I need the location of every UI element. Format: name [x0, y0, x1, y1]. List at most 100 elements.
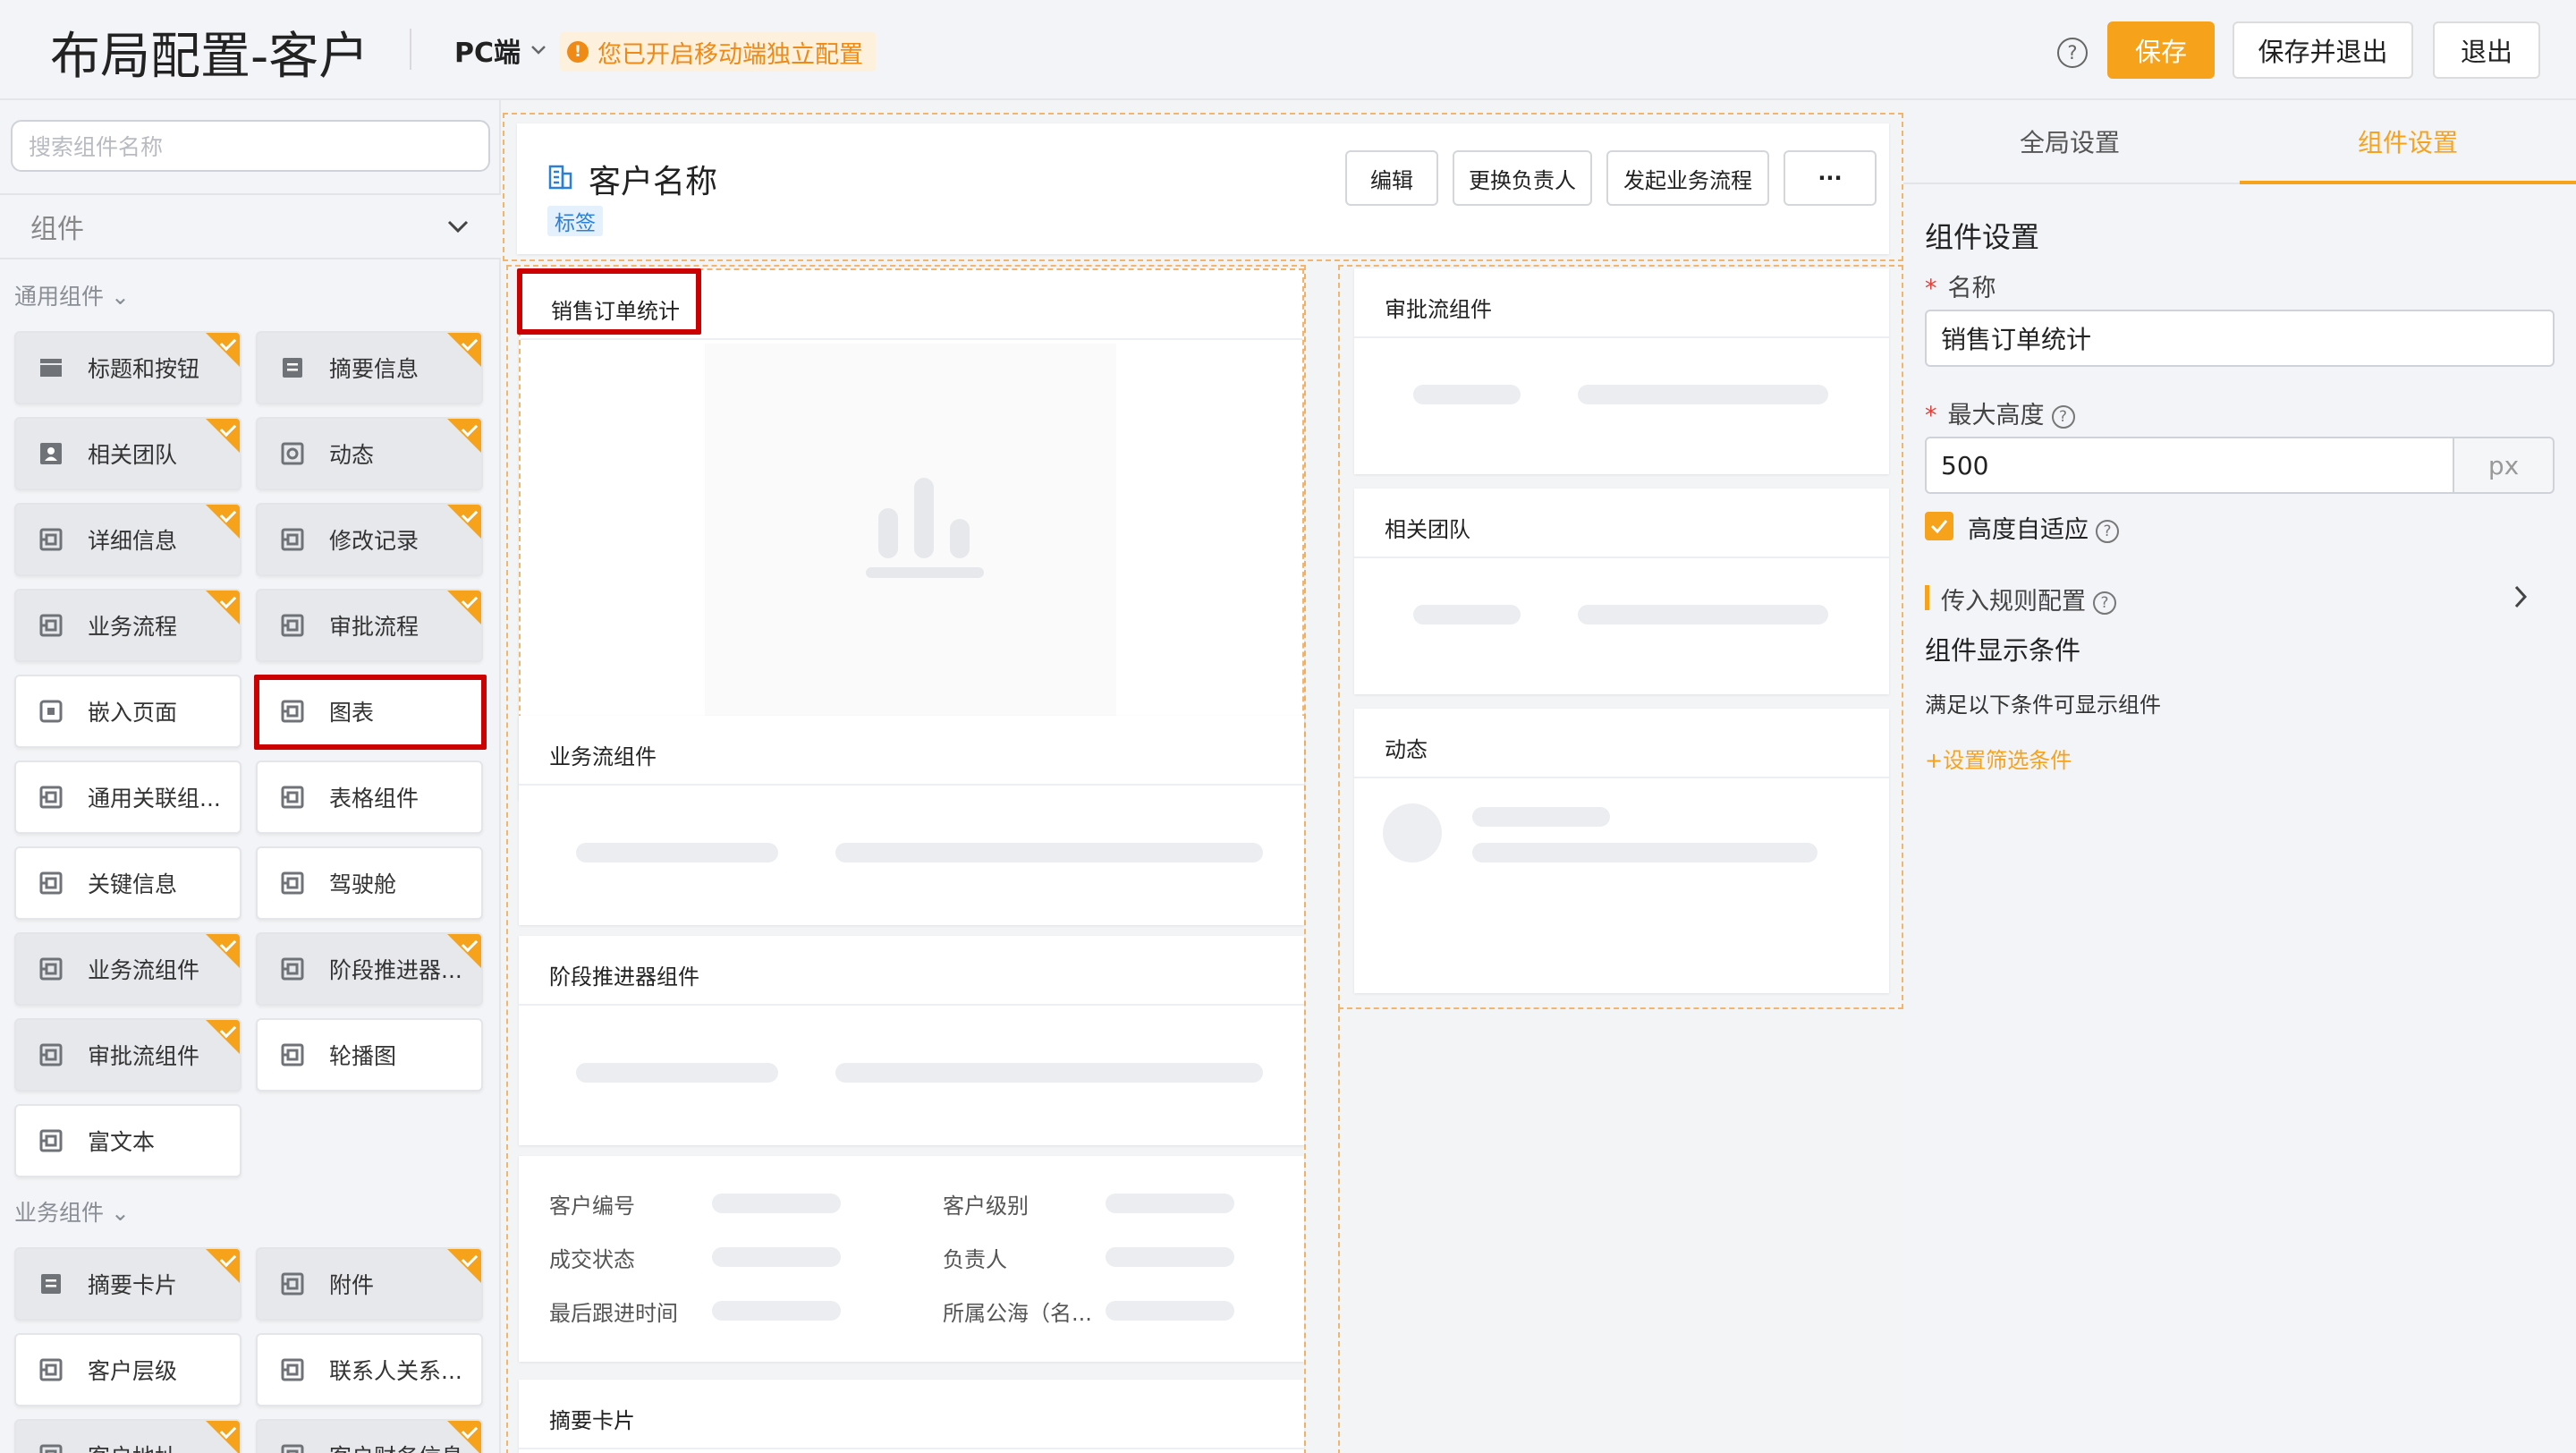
component-item-label: 业务流组件 — [88, 957, 200, 983]
added-check-badge — [206, 1421, 240, 1453]
embed-icon — [38, 698, 64, 725]
component-item-label: 审批流程 — [329, 614, 419, 640]
added-check-badge — [206, 333, 240, 367]
component-item[interactable]: 通用关联组... — [14, 760, 242, 834]
component-item[interactable]: 联系人关系... — [256, 1333, 483, 1406]
question-circle-icon[interactable]: ? — [2057, 38, 2088, 68]
device-label: PC端 — [454, 38, 521, 69]
component-item[interactable]: 富文本 — [14, 1104, 242, 1177]
exit-button[interactable]: 退出 — [2433, 21, 2540, 79]
question-circle-icon[interactable]: ? — [2051, 404, 2075, 429]
component-item[interactable]: 审批流组件 — [14, 1018, 242, 1092]
summary-card[interactable]: 摘要卡片 — [519, 1380, 1304, 1453]
condition-desc: 满足以下条件可显示组件 — [1925, 693, 2161, 718]
add-filter-link[interactable]: +设置筛选条件 — [1925, 743, 2072, 774]
component-item[interactable]: 阶段推进器... — [256, 932, 483, 1006]
component-item[interactable]: 摘要卡片 — [14, 1247, 242, 1321]
more-button[interactable]: ··· — [1784, 150, 1877, 206]
avatar-placeholder — [1383, 803, 1442, 862]
auto-height-label: 高度自适应? — [1968, 510, 2119, 545]
component-item-label: 审批流组件 — [88, 1043, 200, 1069]
detail-fields-card[interactable]: 客户编号 客户级别 成交状态 负责人 最后跟进时间 所属公海（名... — [519, 1156, 1304, 1362]
component-item[interactable]: 表格组件 — [256, 760, 483, 834]
component-item[interactable]: 详细信息 — [14, 503, 242, 576]
business-flow-card[interactable]: 业务流组件 — [519, 716, 1304, 925]
section-common-header[interactable]: 通用组件 ⌄ — [14, 279, 130, 311]
component-item-label: 表格组件 — [329, 786, 419, 811]
approval-card[interactable]: 审批流组件 — [1354, 268, 1889, 474]
component-item[interactable]: 关键信息 — [14, 846, 242, 920]
component-item[interactable]: 附件 — [256, 1247, 483, 1321]
save-exit-button[interactable]: 保存并退出 — [2233, 21, 2413, 79]
warning-icon: ! — [567, 41, 589, 63]
component-item[interactable]: 客户地址 — [14, 1419, 242, 1453]
right-column-guide — [1338, 1007, 1340, 1453]
question-circle-icon[interactable]: ? — [2096, 519, 2119, 543]
save-button[interactable]: 保存 — [2107, 21, 2215, 79]
component-icon — [38, 1356, 64, 1383]
stage-card[interactable]: 阶段推进器组件 — [519, 936, 1304, 1145]
name-input[interactable]: 销售订单统计 — [1925, 310, 2555, 367]
team-card[interactable]: 相关团队 — [1354, 489, 1889, 694]
component-item-label: 阶段推进器... — [329, 957, 462, 983]
component-item[interactable]: 轮播图 — [256, 1018, 483, 1092]
name-label: * 名称 — [1925, 275, 1996, 302]
search-input[interactable]: 搜索组件名称 — [11, 120, 490, 172]
component-icon — [279, 1356, 306, 1383]
component-icon — [279, 956, 306, 982]
tab-component-settings[interactable]: 组件设置 — [2358, 123, 2458, 159]
question-circle-icon[interactable]: ? — [2093, 591, 2116, 615]
edit-button[interactable]: 编辑 — [1345, 150, 1438, 206]
component-item[interactable]: 标题和按钮 — [14, 331, 242, 404]
chevron-down-icon — [531, 46, 546, 55]
skeleton-bar — [576, 1063, 778, 1083]
added-check-badge — [206, 1020, 240, 1054]
added-check-badge — [447, 1249, 481, 1283]
notice-text: 您已开启移动端独立配置 — [597, 40, 863, 69]
tab-global-settings[interactable]: 全局设置 — [2020, 123, 2120, 159]
max-height-input[interactable]: 500 — [1925, 437, 2454, 494]
change-owner-button[interactable]: 更换负责人 — [1453, 150, 1592, 206]
component-item[interactable]: 摘要信息 — [256, 331, 483, 404]
component-icon — [38, 526, 64, 553]
auto-height-checkbox[interactable] — [1925, 512, 1953, 540]
component-item[interactable]: 业务流程 — [14, 589, 242, 662]
required-mark: * — [1925, 402, 1937, 429]
component-item[interactable]: 审批流程 — [256, 589, 483, 662]
layout-canvas: 客户名称 标签 编辑 更换负责人 发起业务流程 ··· 销售订单统计 业务流组件… — [501, 100, 1903, 1453]
component-item-label: 富文本 — [88, 1129, 156, 1155]
component-item-label: 关键信息 — [88, 871, 178, 897]
highlight-chart-item — [254, 675, 487, 750]
component-item[interactable]: 嵌入页面 — [14, 675, 242, 748]
component-item[interactable]: 相关团队 — [14, 417, 242, 490]
record-header-card[interactable]: 客户名称 标签 编辑 更换负责人 发起业务流程 ··· — [517, 123, 1889, 254]
component-item[interactable]: 业务流组件 — [14, 932, 242, 1006]
component-item-label: 相关团队 — [88, 442, 178, 468]
unit-suffix: px — [2453, 437, 2555, 494]
section-title: 组件设置 — [1925, 220, 2040, 254]
component-item[interactable]: 修改记录 — [256, 503, 483, 576]
skeleton-bar — [1578, 605, 1828, 625]
skeleton-bar — [835, 1063, 1263, 1083]
component-item[interactable]: 驾驶舱 — [256, 846, 483, 920]
component-item[interactable]: 动态 — [256, 417, 483, 490]
component-icon — [279, 870, 306, 896]
display-condition-title: 组件显示条件 — [1925, 635, 2081, 666]
component-item[interactable]: 客户层级 — [14, 1333, 242, 1406]
added-check-badge — [447, 419, 481, 453]
section-marker — [1925, 585, 1929, 610]
start-flow-button[interactable]: 发起业务流程 — [1606, 150, 1769, 206]
chevron-right-icon[interactable] — [2512, 583, 2529, 610]
skeleton-bar — [1106, 1301, 1234, 1321]
skeleton-bar — [712, 1301, 841, 1321]
field-label: 负责人 — [943, 1247, 1007, 1272]
added-check-badge — [206, 591, 240, 625]
device-selector[interactable]: PC端 — [454, 30, 547, 70]
active-tab-indicator — [2240, 181, 2576, 184]
component-icon — [38, 784, 64, 811]
component-item[interactable]: 客户财务信息 — [256, 1419, 483, 1453]
feed-card[interactable]: 动态 — [1354, 709, 1889, 993]
section-business-header[interactable]: 业务组件 ⌄ — [14, 1195, 130, 1228]
component-type-select[interactable]: 组件 — [0, 195, 501, 259]
card-divider — [1354, 777, 1889, 778]
